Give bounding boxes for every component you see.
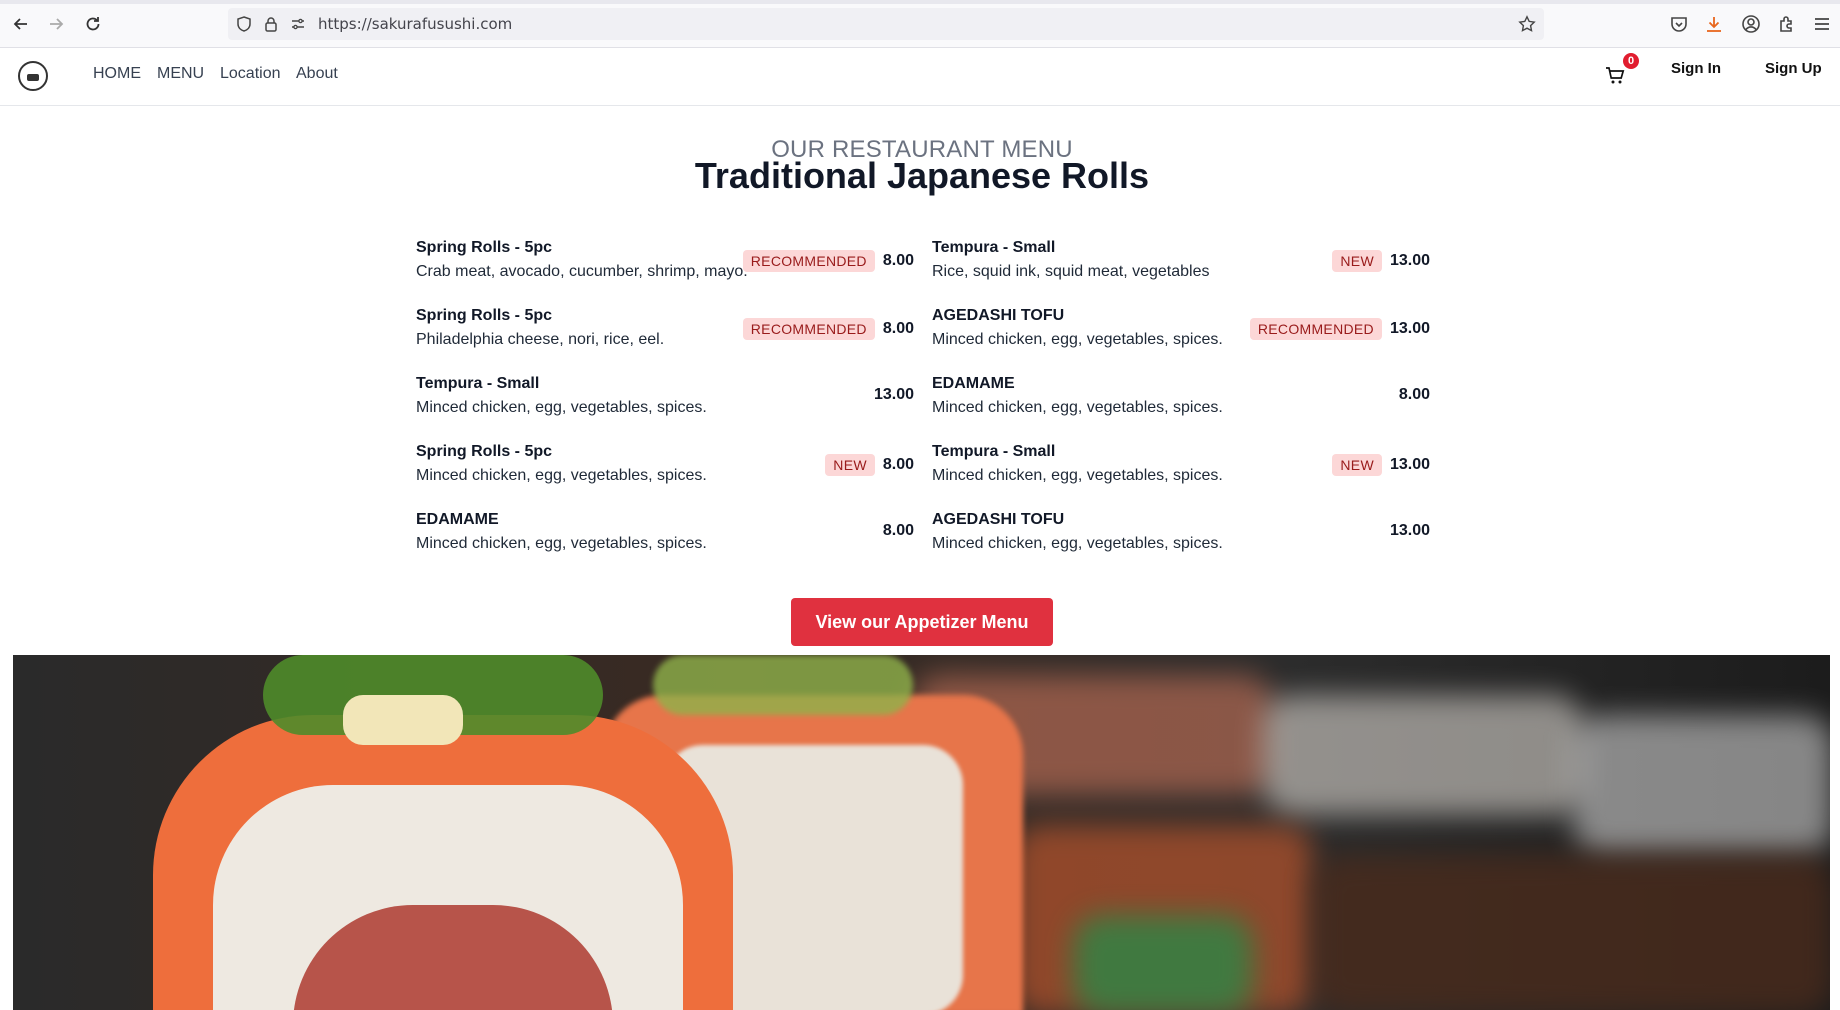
sign-up-button[interactable]: Sign Up — [1761, 60, 1826, 77]
menu-item-description: Minced chicken, egg, vegetables, spices. — [416, 399, 707, 416]
menu-item-price: 13.00 — [873, 386, 914, 403]
new-badge: NEW — [825, 454, 875, 476]
nav-link-about[interactable]: About — [296, 65, 338, 83]
menu-item: Spring Rolls - 5pc Philadelphia cheese, … — [416, 307, 914, 357]
recommended-badge: RECOMMENDED — [742, 250, 875, 272]
menu-item: Spring Rolls - 5pc Minced chicken, egg, … — [416, 443, 914, 493]
menu-item-name: EDAMAME — [932, 375, 1015, 392]
page-title: Traditional Japanese Rolls — [694, 155, 1150, 196]
menu-item: Spring Rolls - 5pc Crab meat, avocado, c… — [416, 239, 914, 289]
bookmark-star-icon[interactable] — [1518, 15, 1536, 33]
menu-item-description: Philadelphia cheese, nori, rice, eel. — [416, 331, 665, 348]
cart-icon[interactable] — [1604, 64, 1626, 86]
site-navbar: HOME MENU Location About 0 Sign In Sign … — [0, 48, 1840, 106]
menu-item: AGEDASHI TOFU Minced chicken, egg, veget… — [932, 511, 1430, 561]
menu-item-name: Tempura - Small — [932, 443, 1056, 460]
address-bar[interactable]: https://sakurafusushi.com — [228, 8, 1544, 40]
menu-item-description: Rice, squid ink, squid meat, vegetables — [932, 263, 1210, 280]
recommended-badge: RECOMMENDED — [1249, 318, 1382, 340]
nav-link-location[interactable]: Location — [220, 65, 281, 83]
menu-item: Tempura - Small Minced chicken, egg, veg… — [932, 443, 1430, 493]
recommended-badge: RECOMMENDED — [742, 318, 875, 340]
hamburger-menu-icon[interactable] — [1812, 14, 1832, 34]
menu-item: EDAMAME Minced chicken, egg, vegetables,… — [932, 375, 1430, 425]
menu-item-description: Minced chicken, egg, vegetables, spices. — [416, 535, 707, 552]
pocket-icon[interactable] — [1669, 14, 1689, 34]
url-text[interactable]: https://sakurafusushi.com — [318, 15, 512, 33]
menu-item-price: 8.00 — [1398, 386, 1430, 403]
menu-item-description: Minced chicken, egg, vegetables, spices. — [932, 535, 1223, 552]
menu-item-name: Spring Rolls - 5pc — [416, 239, 553, 256]
menu-item-description: Crab meat, avocado, cucumber, shrimp, ma… — [416, 263, 748, 280]
sign-in-button[interactable]: Sign In — [1667, 60, 1725, 77]
restaurant-logo[interactable] — [18, 61, 48, 91]
menu-item-description: Minced chicken, egg, vegetables, spices. — [932, 399, 1223, 416]
browser-toolbar: https://sakurafusushi.com — [0, 0, 1840, 48]
menu-item: Tempura - Small Minced chicken, egg, veg… — [416, 375, 914, 425]
cart-count-badge: 0 — [1623, 53, 1639, 69]
new-badge: NEW — [1332, 250, 1382, 272]
sushi-hero-image — [13, 655, 1830, 1010]
menu-item-name: AGEDASHI TOFU — [932, 307, 1065, 324]
menu-item-name: AGEDASHI TOFU — [932, 511, 1065, 528]
nav-link-home[interactable]: HOME — [93, 65, 141, 83]
menu-item-price: 8.00 — [882, 522, 914, 539]
menu-item-name: Tempura - Small — [932, 239, 1056, 256]
menu-item-description: Minced chicken, egg, vegetables, spices. — [932, 331, 1223, 348]
menu-item: AGEDASHI TOFU Minced chicken, egg, veget… — [932, 307, 1430, 357]
nav-link-menu[interactable]: MENU — [157, 65, 204, 83]
account-icon[interactable] — [1741, 14, 1761, 34]
menu-item-price: 13.00 — [1389, 522, 1430, 539]
menu-item-price: 13.00 — [1389, 320, 1430, 337]
menu-item-price: 8.00 — [882, 456, 914, 473]
menu-item-price: 8.00 — [882, 252, 914, 269]
menu-item: EDAMAME Minced chicken, egg, vegetables,… — [416, 511, 914, 561]
download-icon[interactable] — [1704, 14, 1724, 34]
new-badge: NEW — [1332, 454, 1382, 476]
menu-item-price: 13.00 — [1389, 456, 1430, 473]
menu-item-name: Spring Rolls - 5pc — [416, 307, 553, 324]
shield-icon[interactable] — [236, 16, 252, 32]
menu-item-name: Tempura - Small — [416, 375, 540, 392]
menu-item-price: 13.00 — [1389, 252, 1430, 269]
menu-item-price: 8.00 — [882, 320, 914, 337]
menu-item-description: Minced chicken, egg, vegetables, spices. — [416, 467, 707, 484]
view-appetizer-menu-button[interactable]: View our Appetizer Menu — [791, 598, 1053, 646]
menu-item: Tempura - Small Rice, squid ink, squid m… — [932, 239, 1430, 289]
tab-strip-edge — [0, 0, 1840, 4]
menu-item-name: Spring Rolls - 5pc — [416, 443, 553, 460]
menu-item-description: Minced chicken, egg, vegetables, spices. — [932, 467, 1223, 484]
reload-icon[interactable] — [82, 13, 104, 35]
forward-arrow-icon[interactable] — [45, 13, 67, 35]
lock-icon[interactable] — [263, 16, 279, 32]
extensions-icon[interactable] — [1777, 14, 1797, 34]
menu-item-name: EDAMAME — [416, 511, 499, 528]
back-arrow-icon[interactable] — [10, 13, 32, 35]
site-settings-icon[interactable] — [290, 16, 306, 32]
